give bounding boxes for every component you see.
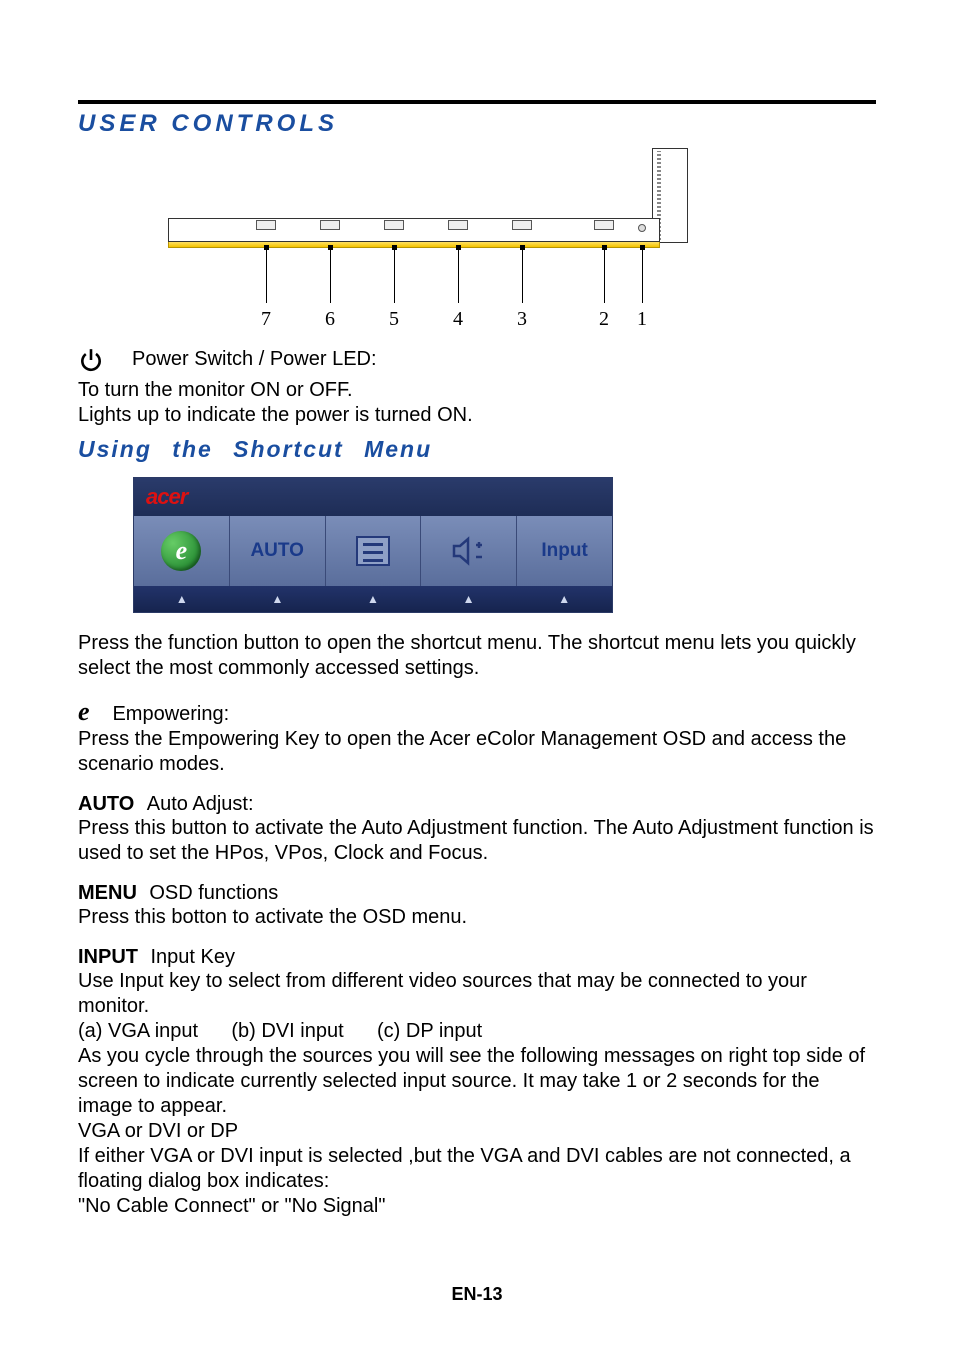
osd-arrow-5: ▲	[516, 586, 612, 612]
empowering-icon: e	[161, 531, 201, 571]
power-heading: Power Switch / Power LED:	[132, 347, 377, 372]
volume-icon	[452, 536, 486, 566]
input-text3: If either VGA or DVI input is selected ,…	[78, 1144, 876, 1194]
intro-text: Press the function button to open the sh…	[78, 631, 876, 681]
osd-arrow-4: ▲	[421, 586, 517, 612]
auto-text: Press this button to activate the Auto A…	[78, 816, 876, 866]
input-text4: "No Cable Connect" or "No Signal"	[78, 1194, 876, 1219]
subsection-title: Using the Shortcut Menu	[78, 436, 876, 463]
menu-label: MENU	[78, 882, 137, 905]
empowering-e-icon: e	[78, 697, 108, 727]
input-label: INPUT	[78, 946, 138, 969]
auto-block: AUTO Auto Adjust: Press this button to a…	[78, 793, 876, 866]
power-line1: To turn the monitor ON or OFF.	[78, 378, 876, 403]
callout-1: 1	[637, 308, 647, 331]
osd-menu-graphic: acer e AUTO Input ▲ ▲ ▲ ▲ ▲	[133, 477, 613, 613]
menu-block: MENU OSD functions Press this botton to …	[78, 882, 876, 930]
section-title: USER CONTROLS	[78, 110, 876, 138]
callout-2: 2	[599, 308, 609, 331]
empowering-block: e Empowering: Press the Empowering Key t…	[78, 697, 876, 777]
acer-logo: acer	[146, 484, 187, 510]
osd-cell-menu	[325, 516, 421, 586]
top-rule	[78, 100, 876, 104]
osd-arrow-2: ▲	[230, 586, 326, 612]
callout-5: 5	[389, 308, 399, 331]
power-section: Power Switch / Power LED:	[78, 347, 876, 378]
osd-cell-input: Input	[516, 516, 612, 586]
callout-3: 3	[517, 308, 527, 331]
menu-icon	[356, 536, 390, 566]
osd-arrow-1: ▲	[134, 586, 230, 612]
page-number: EN-13	[0, 1284, 954, 1305]
callout-6: 6	[325, 308, 335, 331]
menu-text: Press this botton to activate the OSD me…	[78, 905, 876, 930]
auto-title: Auto Adjust:	[147, 793, 254, 815]
monitor-diagram: 7 6 5 4 3 2 1	[168, 148, 688, 343]
osd-cell-volume	[420, 516, 516, 586]
input-block: INPUT Input Key Use Input key to select …	[78, 946, 876, 1219]
power-icon	[78, 347, 104, 378]
empowering-text: Press the Empowering Key to open the Ace…	[78, 727, 876, 777]
auto-label: AUTO	[78, 793, 134, 816]
input-text2: As you cycle through the sources you wil…	[78, 1044, 876, 1119]
osd-cell-empowering: e	[134, 516, 229, 586]
callout-4: 4	[453, 308, 463, 331]
osd-arrow-3: ▲	[325, 586, 421, 612]
power-line2: Lights up to indicate the power is turne…	[78, 403, 876, 428]
menu-title: OSD functions	[149, 882, 278, 904]
input-title: Input Key	[150, 946, 235, 968]
input-text1: Use Input key to select from different v…	[78, 969, 876, 1019]
input-options: (a) VGA input (b) DVI input (c) DP input	[78, 1019, 876, 1044]
callout-7: 7	[261, 308, 271, 331]
osd-cell-auto: AUTO	[229, 516, 325, 586]
input-modes: VGA or DVI or DP	[78, 1119, 876, 1144]
empowering-title: Empowering:	[112, 703, 229, 725]
osd-header: acer	[134, 478, 612, 516]
